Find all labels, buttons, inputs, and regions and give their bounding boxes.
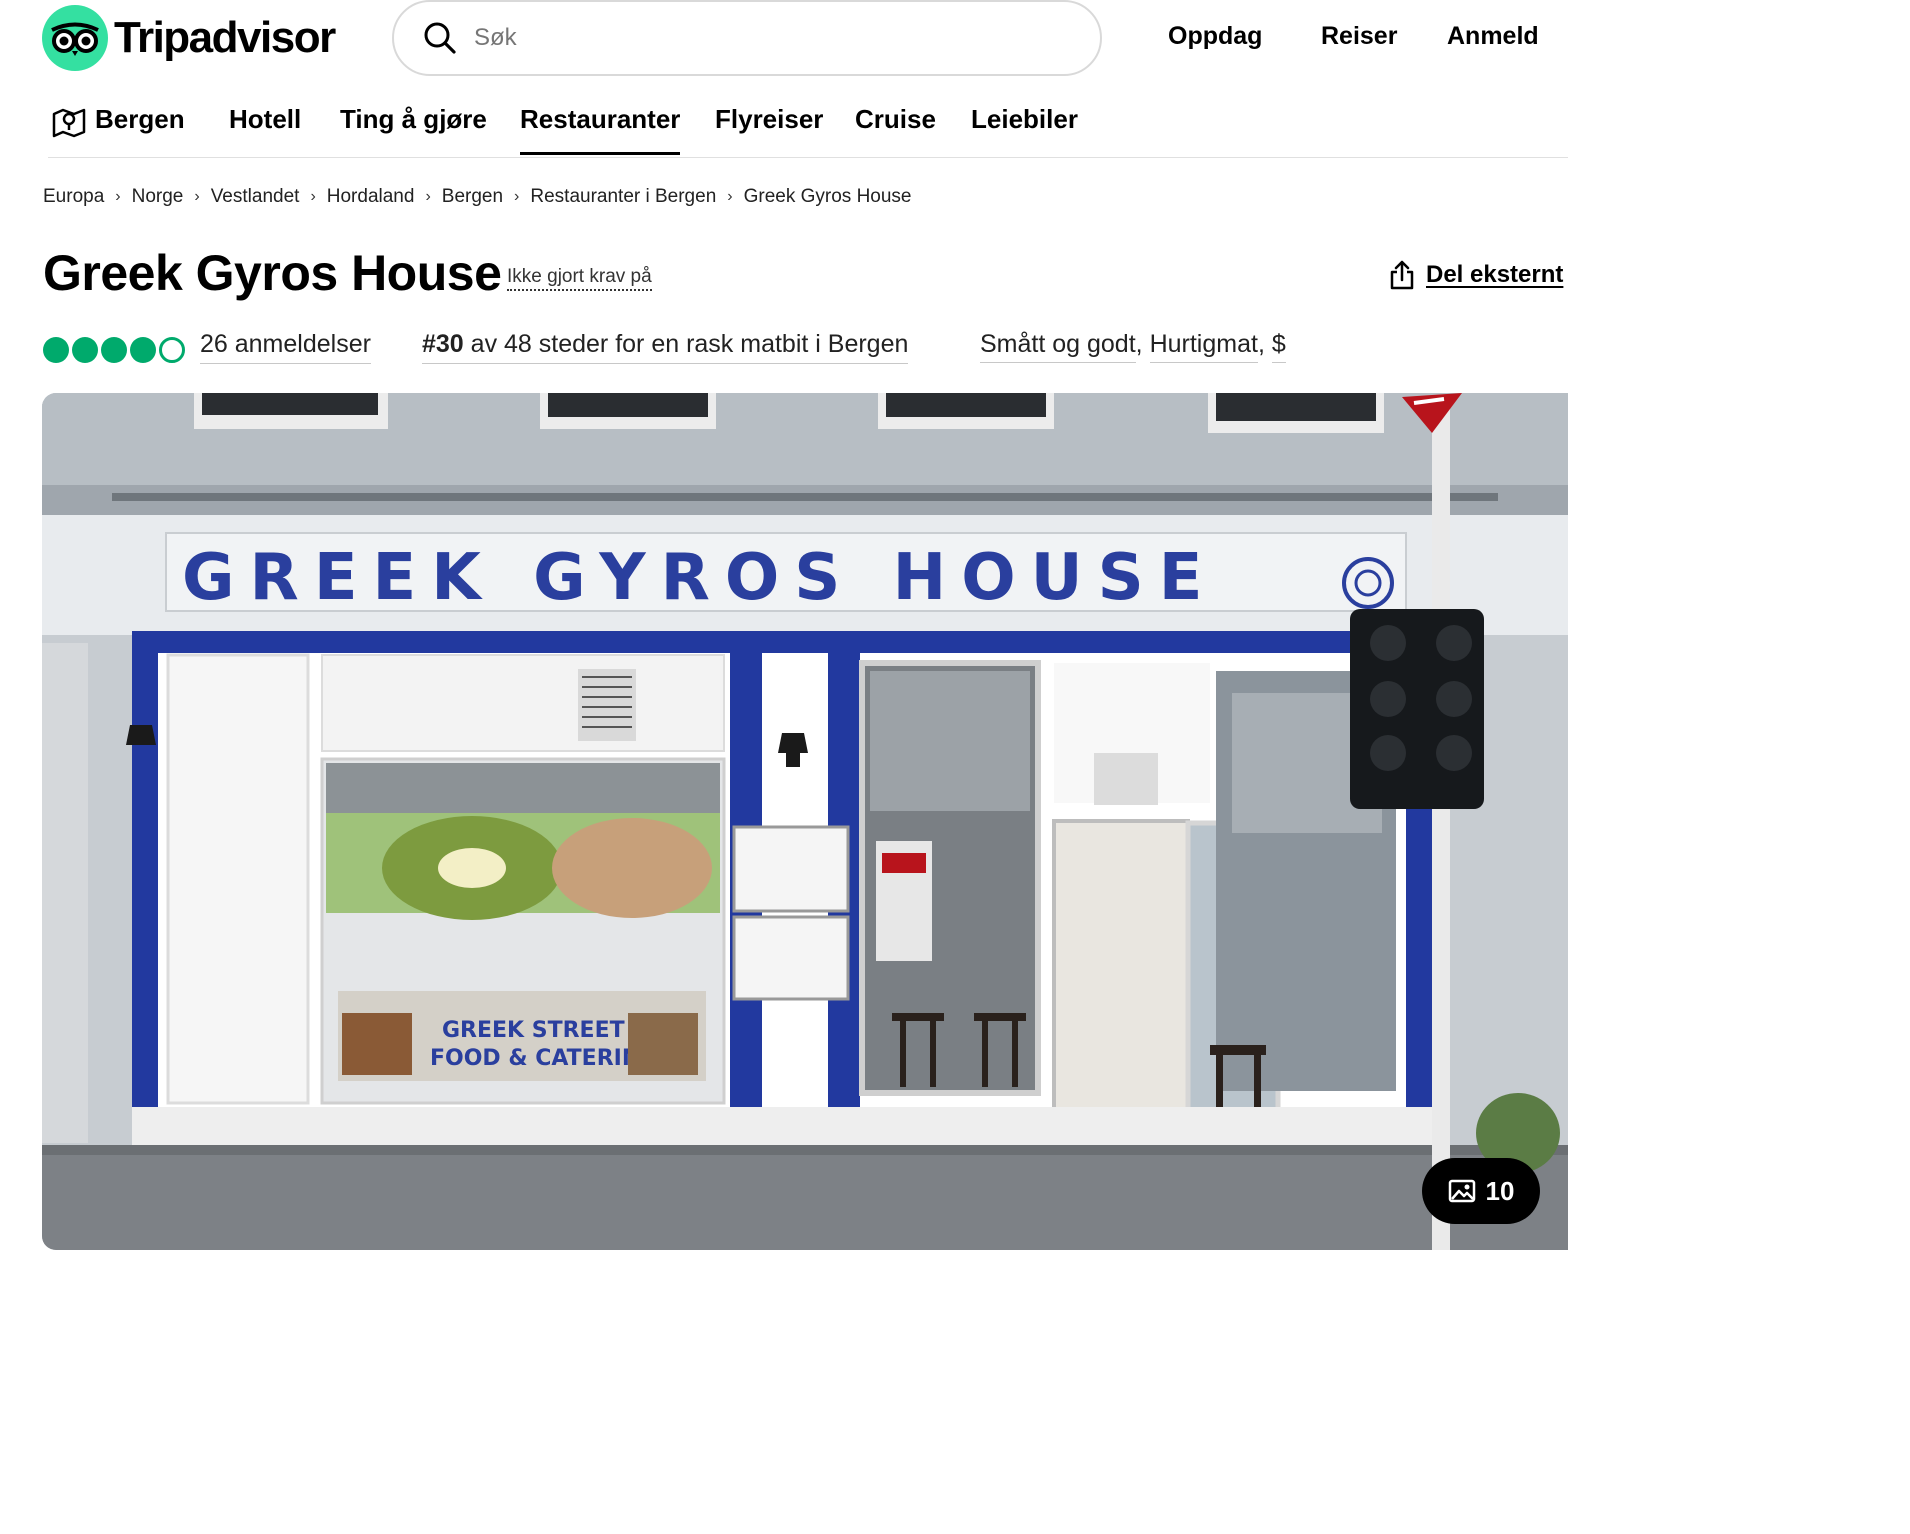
cuisine-tag[interactable]: Hurtigmat <box>1149 330 1258 363</box>
subnav-restauranter[interactable]: Restauranter <box>520 104 681 155</box>
subnav-location[interactable]: Bergen <box>95 104 185 135</box>
nav-anmeld[interactable]: Anmeld <box>1447 22 1539 51</box>
chevron-right-icon: › <box>425 188 431 205</box>
ranking-number: #30 <box>422 330 464 358</box>
breadcrumb-norge[interactable]: Norge <box>132 186 184 208</box>
nav-oppdag[interactable]: Oppdag <box>1168 22 1262 51</box>
breadcrumb-current: Greek Gyros House <box>743 186 912 207</box>
subnav-leiebiler[interactable]: Leiebiler <box>971 104 1078 135</box>
search-input[interactable] <box>474 24 1034 52</box>
share-button[interactable]: Del eksternt <box>1388 260 1563 290</box>
main-photo[interactable]: GREEK GYROS HOUSE GREEK STREET FOOD & CA… <box>42 393 1568 1250</box>
logo-wordmark: Tripadvisor <box>114 13 336 62</box>
ranking-text: av 48 steder for en rask matbit i Bergen <box>463 330 909 358</box>
window-text-2: FOOD & CATERING <box>430 1046 658 1071</box>
breadcrumb-bergen[interactable]: Bergen <box>442 186 503 208</box>
sign-text: GREEK GYROS HOUSE <box>182 541 1217 615</box>
chevron-right-icon: › <box>115 188 121 205</box>
top-header: Tripadvisor Oppdag Reiser Anmeld <box>0 0 1568 80</box>
cuisine-tags: Smått og godt, Hurtigmat, $ <box>980 330 1286 363</box>
rating-bubble-empty <box>159 337 185 363</box>
claim-listing-link[interactable]: Ikke gjort krav på <box>507 266 652 291</box>
rating-bubble-filled <box>101 337 127 363</box>
restaurant-title: Greek Gyros House <box>43 245 502 301</box>
rating-bubble-filled <box>130 337 156 363</box>
review-count-link[interactable]: 26 anmeldelser <box>200 330 371 364</box>
rating-bubble-filled <box>43 337 69 363</box>
subnav-cruise[interactable]: Cruise <box>855 104 936 135</box>
chevron-right-icon: › <box>194 188 200 205</box>
share-label: Del eksternt <box>1426 261 1564 288</box>
breadcrumb-restauranter[interactable]: Restauranter i Bergen <box>530 186 716 208</box>
photo-gallery-button[interactable]: 10 <box>1422 1158 1540 1224</box>
breadcrumb-vestlandet[interactable]: Vestlandet <box>211 186 300 208</box>
nav-reiser[interactable]: Reiser <box>1321 22 1397 51</box>
subnav-hotell[interactable]: Hotell <box>229 104 301 135</box>
breadcrumb: Europa › Norge › Vestlandet › Hordaland › Be… <box>43 186 912 208</box>
subnav-flyreiser[interactable]: Flyreiser <box>715 104 823 135</box>
chevron-right-icon: › <box>727 188 733 205</box>
window-text-1: GREEK STREET <box>442 1018 625 1043</box>
storefront-image: GREEK GYROS HOUSE GREEK STREET FOOD & CA… <box>42 393 1568 1250</box>
subnav-ting-a-gjore[interactable]: Ting å gjøre <box>340 104 487 135</box>
rating-bubble-filled <box>72 337 98 363</box>
sub-nav: Bergen Hotell Ting å gjøre Restauranter … <box>48 96 1568 158</box>
price-level-tag[interactable]: $ <box>1271 330 1286 363</box>
rating-bubbles <box>43 332 188 368</box>
ranking-link[interactable]: #30 av 48 steder for en rask matbit i Be… <box>422 330 909 364</box>
cuisine-tag[interactable]: Smått og godt <box>980 330 1136 363</box>
map-pin-icon <box>52 108 86 138</box>
chevron-right-icon: › <box>310 188 316 205</box>
search-bar[interactable] <box>392 0 1102 76</box>
breadcrumb-hordaland[interactable]: Hordaland <box>327 186 415 208</box>
owl-logo-icon <box>42 5 108 71</box>
image-icon <box>1448 1179 1475 1203</box>
tripadvisor-logo[interactable]: Tripadvisor <box>42 5 336 71</box>
breadcrumb-europa[interactable]: Europa <box>43 186 104 208</box>
search-icon <box>424 22 456 54</box>
chevron-right-icon: › <box>514 188 520 205</box>
share-icon <box>1390 260 1414 290</box>
photo-count-label: 10 <box>1485 1175 1515 1206</box>
